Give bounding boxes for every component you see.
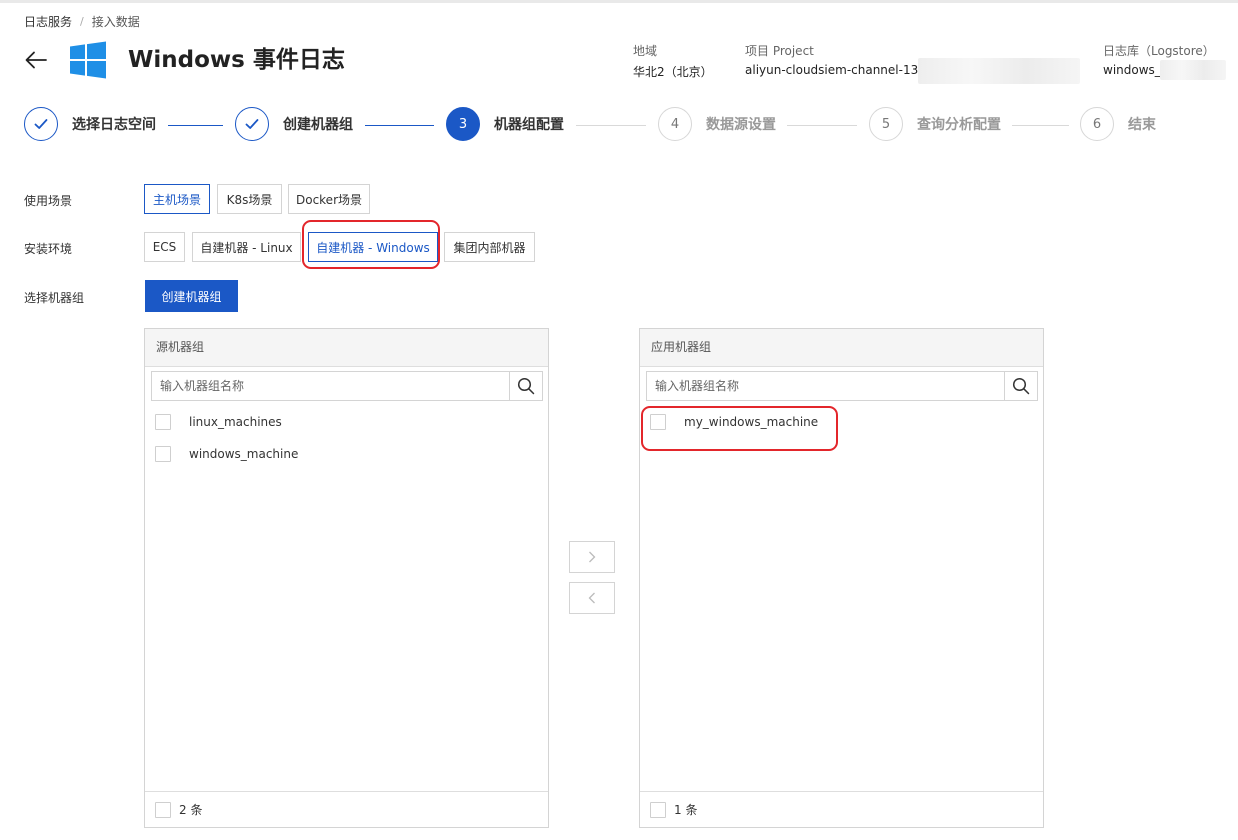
target-panel-footer: 1 条: [640, 791, 1043, 827]
target-count: 1 条: [674, 803, 698, 817]
redacted-mask: [918, 58, 1080, 84]
machine-group-label: 选择机器组: [24, 291, 85, 305]
page-title: Windows 事件日志: [128, 47, 345, 73]
search-icon[interactable]: [1004, 372, 1037, 400]
list-item-label: linux_machines: [189, 415, 282, 429]
source-panel-footer: 2 条: [145, 791, 548, 827]
step-connector: [1012, 125, 1069, 126]
environment-option-linux[interactable]: 自建机器 - Linux: [192, 232, 301, 262]
step-label: 机器组配置: [494, 117, 564, 133]
source-search-input[interactable]: [152, 372, 509, 400]
breadcrumb-current: 接入数据: [91, 15, 140, 29]
back-arrow-icon[interactable]: [24, 48, 48, 72]
windows-logo-icon: [70, 41, 106, 79]
step-1: 选择日志空间: [24, 107, 156, 141]
step-number: 4: [658, 107, 692, 141]
step-label: 查询分析配置: [917, 117, 1001, 133]
environment-option-ecs[interactable]: ECS: [144, 232, 185, 262]
search-icon[interactable]: [509, 372, 542, 400]
chevron-right-icon: [589, 551, 596, 563]
region-value: 华北2（北京）: [633, 65, 713, 79]
step-4: 4 数据源设置: [658, 107, 776, 141]
source-count: 2 条: [179, 803, 203, 817]
scenario-option-docker[interactable]: Docker场景: [288, 184, 370, 214]
target-search-input[interactable]: [647, 372, 1004, 400]
step-5: 5 查询分析配置: [869, 107, 1001, 141]
source-panel-title: 源机器组: [145, 329, 548, 367]
top-divider: [0, 0, 1238, 3]
step-label: 创建机器组: [283, 117, 353, 133]
step-label: 选择日志空间: [72, 117, 156, 133]
list-item-label: my_windows_machine: [684, 415, 819, 429]
project-value: aliyun-cloudsiem-channel-135: [745, 63, 926, 77]
target-panel: 应用机器组 my_windows_machine 1 条: [639, 328, 1044, 828]
checkbox[interactable]: [155, 414, 171, 430]
breadcrumb-separator: /: [80, 15, 84, 28]
logstore-label: 日志库（Logstore）: [1103, 44, 1215, 58]
step-number: 3: [446, 107, 480, 141]
environment-option-windows[interactable]: 自建机器 - Windows: [308, 232, 438, 262]
list-item[interactable]: windows_machine: [155, 446, 298, 462]
step-connector: [168, 125, 223, 126]
target-panel-title: 应用机器组: [640, 329, 1043, 367]
check-icon: [24, 107, 58, 141]
source-panel: 源机器组 linux_machines windows_machine 2 条: [144, 328, 549, 828]
step-6: 6 结束: [1080, 107, 1156, 141]
step-connector: [787, 125, 857, 126]
step-label: 数据源设置: [706, 117, 776, 133]
scenario-option-k8s[interactable]: K8s场景: [217, 184, 282, 214]
region-label: 地域: [633, 44, 658, 58]
target-search: [646, 371, 1038, 401]
project-label: 项目 Project: [745, 44, 814, 58]
scenario-label: 使用场景: [24, 194, 73, 208]
logstore-value: windows_: [1103, 63, 1161, 77]
step-label: 结束: [1128, 117, 1156, 133]
step-3: 3 机器组配置: [446, 107, 564, 141]
move-left-button[interactable]: [569, 582, 615, 614]
step-number: 5: [869, 107, 903, 141]
create-machine-group-button[interactable]: 创建机器组: [145, 280, 238, 312]
step-2: 创建机器组: [235, 107, 353, 141]
check-icon: [235, 107, 269, 141]
list-item-label: windows_machine: [189, 447, 299, 461]
step-number: 6: [1080, 107, 1114, 141]
source-search: [151, 371, 543, 401]
step-connector: [365, 125, 434, 126]
list-item[interactable]: linux_machines: [155, 414, 282, 430]
select-all-checkbox[interactable]: [155, 801, 171, 818]
step-connector: [576, 125, 646, 126]
environment-option-internal[interactable]: 集团内部机器: [444, 232, 535, 262]
checkbox[interactable]: [650, 414, 666, 430]
breadcrumb-root[interactable]: 日志服务: [24, 13, 72, 30]
environment-label: 安装环境: [24, 242, 73, 256]
move-right-button[interactable]: [569, 541, 615, 573]
select-all-checkbox[interactable]: [650, 801, 666, 818]
list-item[interactable]: my_windows_machine: [650, 414, 818, 430]
scenario-option-host[interactable]: 主机场景: [144, 184, 210, 214]
checkbox[interactable]: [155, 446, 171, 462]
redacted-mask: [1160, 60, 1226, 80]
breadcrumb: 日志服务 / 接入数据: [24, 13, 140, 30]
chevron-left-icon: [588, 592, 595, 604]
